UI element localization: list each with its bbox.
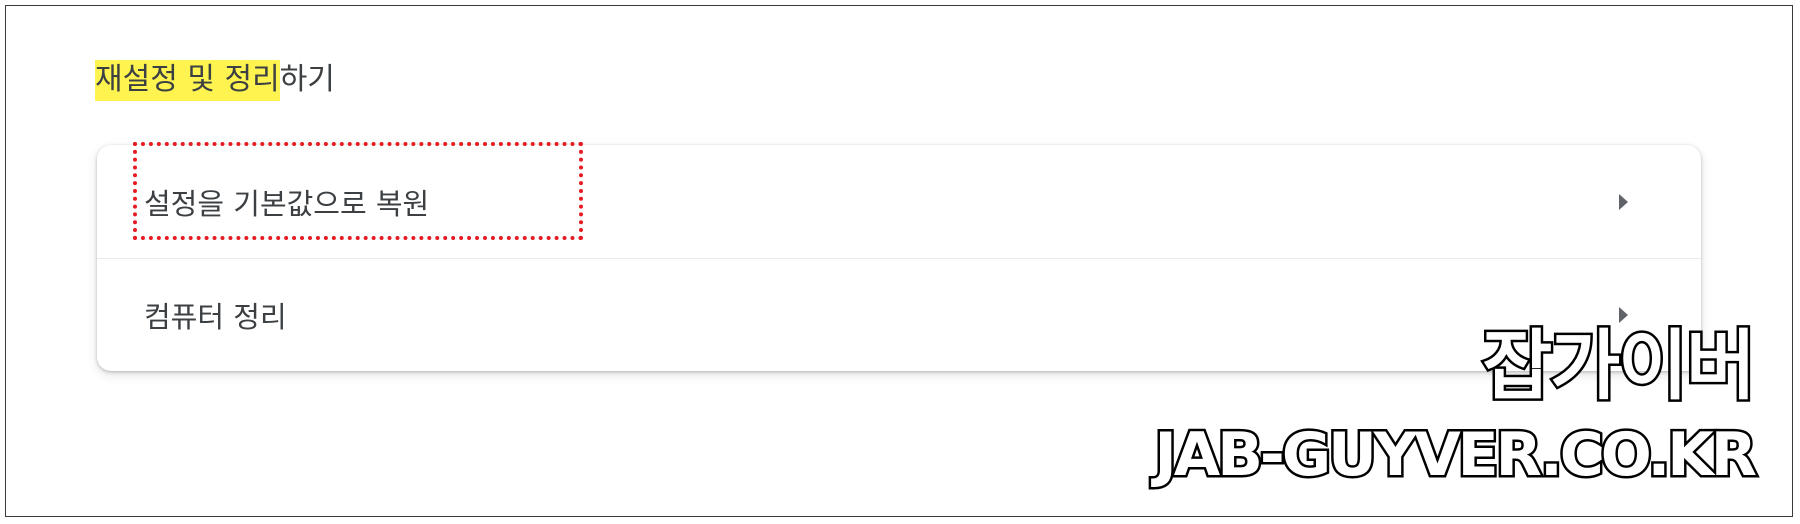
computer-cleanup-row[interactable]: 컴퓨터 정리	[97, 258, 1701, 371]
computer-cleanup-label: 컴퓨터 정리	[144, 299, 287, 334]
watermark-name: 잡가이버	[1480, 320, 1759, 411]
annotation-highlight-box	[133, 142, 583, 240]
arrow-right-icon	[1619, 193, 1628, 210]
section-heading: 재설정 및 정리하기	[95, 58, 335, 102]
watermark-url: JAB-GUYVER.CO.KR	[1152, 418, 1760, 493]
section-heading-highlighted: 재설정 및 정리	[95, 60, 280, 101]
section-heading-rest: 하기	[279, 62, 335, 97]
